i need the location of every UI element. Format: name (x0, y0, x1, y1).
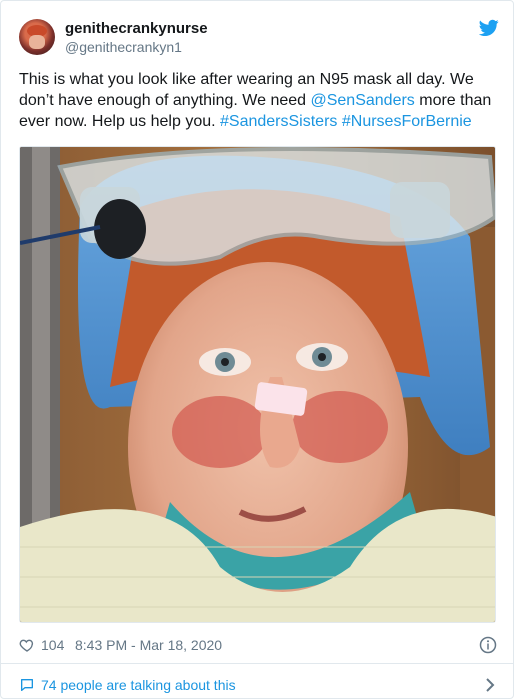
tweet-meta: 104 8:43 PM - Mar 18, 2020 (19, 635, 497, 655)
tweet-photo[interactable] (19, 146, 496, 623)
like-count: 104 (41, 637, 65, 653)
tweet-card[interactable]: genithecrankynurse @genithecrankyn1 This… (0, 0, 514, 699)
heart-icon[interactable] (19, 637, 35, 653)
comment-bubble-icon (21, 679, 33, 691)
hashtag-link[interactable]: #SandersSisters (220, 113, 337, 130)
hashtag-link[interactable]: #NursesForBernie (342, 113, 472, 130)
author-names[interactable]: genithecrankynurse @genithecrankyn1 (65, 20, 208, 56)
talking-count-text[interactable]: 74 people are talking about this (41, 675, 236, 695)
like-button[interactable]: 104 (19, 635, 64, 655)
divider (1, 663, 514, 664)
avatar[interactable] (19, 19, 55, 55)
author-handle[interactable]: @genithecrankyn1 (65, 38, 208, 56)
twitter-bird-icon[interactable] (479, 19, 499, 37)
chevron-right-icon[interactable] (483, 677, 497, 693)
tweet-text: This is what you look like after wearing… (19, 69, 494, 132)
info-icon[interactable] (479, 636, 497, 654)
author-display-name[interactable]: genithecrankynurse (65, 20, 208, 38)
nurse-selfie-image (20, 147, 495, 622)
avatar-face (29, 35, 45, 49)
tweet-header: genithecrankynurse @genithecrankyn1 (19, 17, 499, 57)
mention-link[interactable]: @SenSanders (310, 92, 414, 109)
tweet-timestamp[interactable]: 8:43 PM - Mar 18, 2020 (75, 635, 222, 655)
conversation-link[interactable]: 74 people are talking about this (19, 675, 497, 695)
